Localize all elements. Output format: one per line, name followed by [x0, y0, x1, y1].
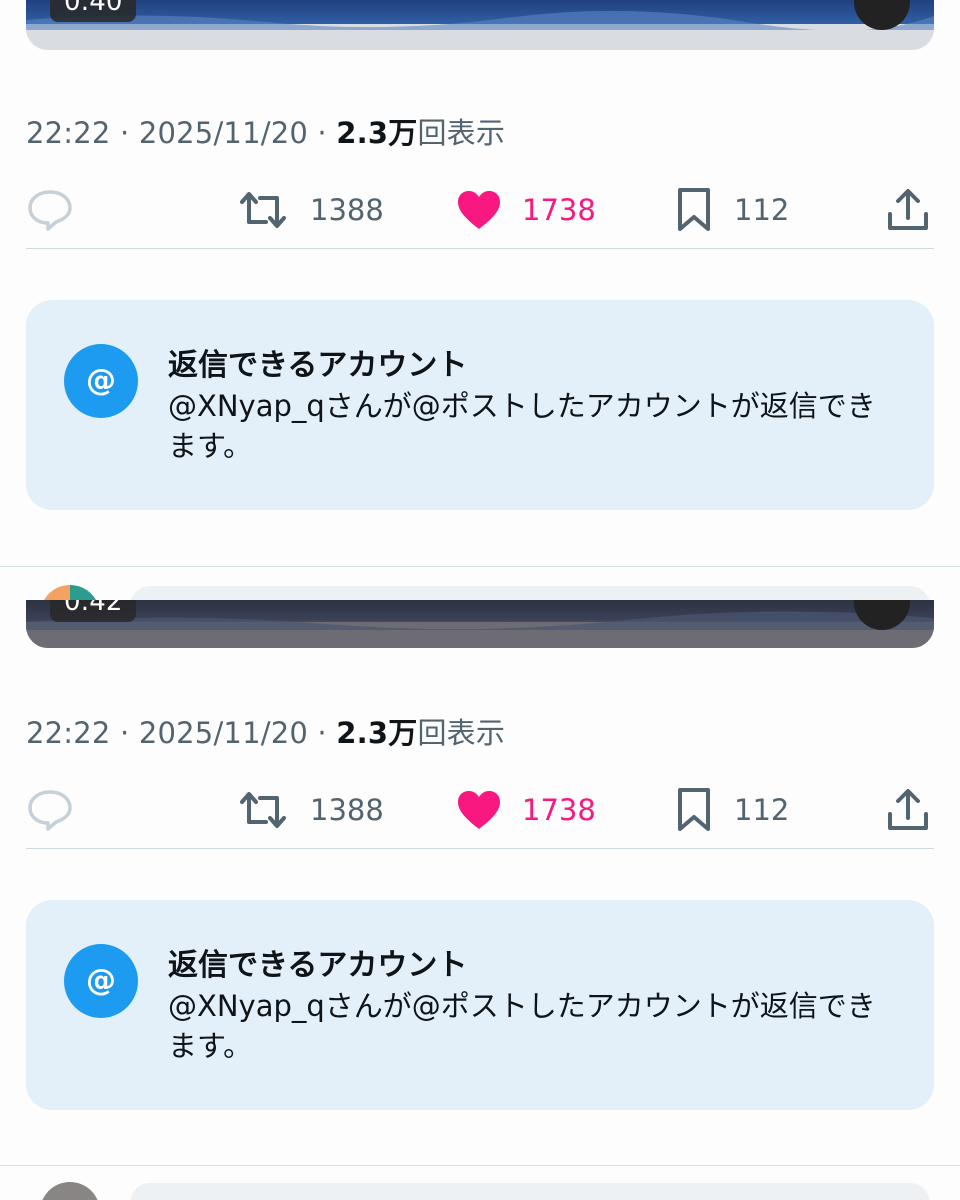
view-count-label: 回表示	[417, 116, 506, 150]
view-count: 2.3万	[336, 716, 418, 750]
post-time: 22:22	[26, 716, 111, 750]
at-sign-icon: @	[64, 344, 138, 418]
post-meta: 22:22 · 2025/11/20 · 2.3万回表示	[26, 110, 505, 152]
action-bar: 1388 1738 112	[26, 180, 934, 240]
bookmark-button[interactable]: 112	[674, 180, 789, 240]
meta-separator: ·	[120, 716, 130, 750]
post-date: 2025/11/20	[138, 716, 308, 750]
reply-button[interactable]	[26, 180, 74, 240]
reply-restriction-notice: @ 返信できるアカウント @XNyap_qさんが@ポストしたアカウントが返信でき…	[26, 300, 934, 510]
retweet-button[interactable]: 1388	[236, 780, 384, 840]
bookmark-button[interactable]: 112	[674, 780, 789, 840]
reply-button[interactable]	[26, 780, 74, 840]
reply-restriction-notice: @ 返信できるアカウント @XNyap_qさんが@ポストしたアカウントが返信でき…	[26, 900, 934, 1110]
like-button[interactable]: 1738	[456, 780, 596, 840]
view-count: 2.3万	[336, 116, 418, 150]
share-icon	[888, 189, 928, 230]
video-timecode: 0:40	[50, 0, 137, 22]
bookmark-icon	[678, 788, 710, 831]
reply-input-placeholder[interactable]	[130, 1183, 930, 1200]
share-icon	[888, 789, 928, 830]
video-player[interactable]: 0:40	[26, 0, 934, 50]
like-count: 1738	[522, 793, 596, 827]
meta-separator: ·	[120, 116, 130, 150]
reply-notice-description: @XNyap_qさんが@ポストしたアカウントが返信できます。	[168, 389, 876, 463]
reply-icon	[28, 790, 72, 831]
post-separator	[0, 566, 960, 567]
reply-notice-description: @XNyap_qさんが@ポストしたアカウントが返信できます。	[168, 989, 876, 1063]
post-meta: 22:22 · 2025/11/20 · 2.3万回表示	[26, 710, 505, 752]
video-frame-wave	[26, 10, 934, 30]
post-screenshot-1: 0:40 22:22 · 2025/11/20 · 2.3万回表示 1388 1…	[0, 0, 960, 600]
like-button[interactable]: 1738	[456, 180, 596, 240]
share-button[interactable]	[886, 180, 930, 240]
at-sign-icon: @	[64, 944, 138, 1018]
heart-icon	[458, 791, 500, 829]
retweet-count: 1388	[310, 193, 384, 227]
post-time: 22:22	[26, 116, 111, 150]
view-count-label: 回表示	[417, 716, 506, 750]
divider	[26, 848, 934, 849]
like-count: 1738	[522, 193, 596, 227]
post-separator	[0, 1165, 960, 1166]
reply-input-placeholder[interactable]	[130, 586, 930, 600]
reply-icon	[28, 190, 72, 231]
bookmark-icon	[678, 188, 710, 231]
retweet-icon	[240, 792, 286, 828]
retweet-icon	[240, 192, 286, 228]
bookmark-count: 112	[734, 193, 790, 227]
avatar[interactable]	[40, 1182, 100, 1200]
reply-notice-title: 返信できるアカウント	[168, 948, 468, 983]
meta-separator: ·	[317, 116, 327, 150]
reply-notice-title: 返信できるアカウント	[168, 348, 468, 383]
post-date: 2025/11/20	[138, 116, 308, 150]
meta-separator: ·	[317, 716, 327, 750]
heart-icon	[458, 191, 500, 229]
video-player[interactable]: 0:42	[26, 600, 934, 648]
video-timecode: 0:42	[50, 600, 137, 622]
share-button[interactable]	[886, 780, 930, 840]
avatar[interactable]	[40, 585, 100, 600]
bookmark-count: 112	[734, 793, 790, 827]
retweet-count: 1388	[310, 793, 384, 827]
divider	[26, 248, 934, 249]
action-bar: 1388 1738 112	[26, 780, 934, 840]
retweet-button[interactable]: 1388	[236, 180, 384, 240]
post-screenshot-2: 0:42 22:22 · 2025/11/20 · 2.3万回表示 1388 1…	[0, 600, 960, 1200]
video-frame-wave	[26, 611, 934, 630]
